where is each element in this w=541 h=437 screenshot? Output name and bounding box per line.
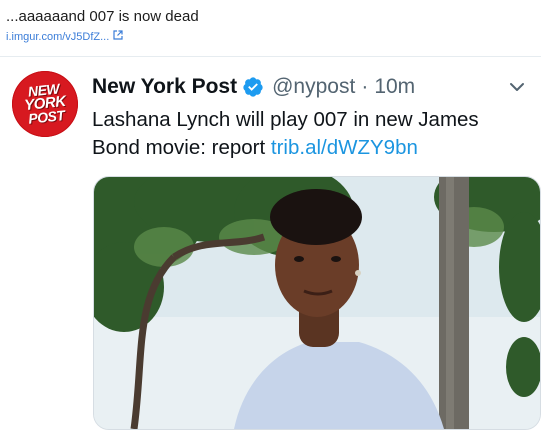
post-caption: ...aaaaaand 007 is now dead (6, 8, 199, 25)
image-link[interactable]: i.imgur.com/vJ5DfZ... (6, 30, 123, 43)
author-handle[interactable]: @nypost (272, 75, 355, 99)
avatar-line-3: POST (27, 107, 66, 127)
external-link-icon (113, 30, 123, 43)
tweet-media[interactable] (93, 176, 541, 430)
author-name[interactable]: New York Post (92, 75, 237, 99)
chevron-down-icon[interactable] (507, 77, 527, 97)
photo-illustration (94, 177, 540, 429)
separator-dot: · (361, 75, 369, 98)
tweet-link[interactable]: trib.al/dWZY9bn (271, 136, 418, 159)
tweet-header: New York Post @nypost · 10m (92, 75, 415, 99)
avatar[interactable]: NEW YORK POST (8, 67, 82, 141)
embedded-tweet[interactable]: NEW YORK POST New York Post @nypost · 10… (0, 57, 541, 437)
image-link-text: i.imgur.com/vJ5DfZ... (6, 30, 110, 43)
verified-badge-icon (242, 76, 264, 98)
tweet-time[interactable]: 10m (374, 75, 415, 99)
tweet-text: Lashana Lynch will play 007 in new James… (92, 106, 522, 162)
